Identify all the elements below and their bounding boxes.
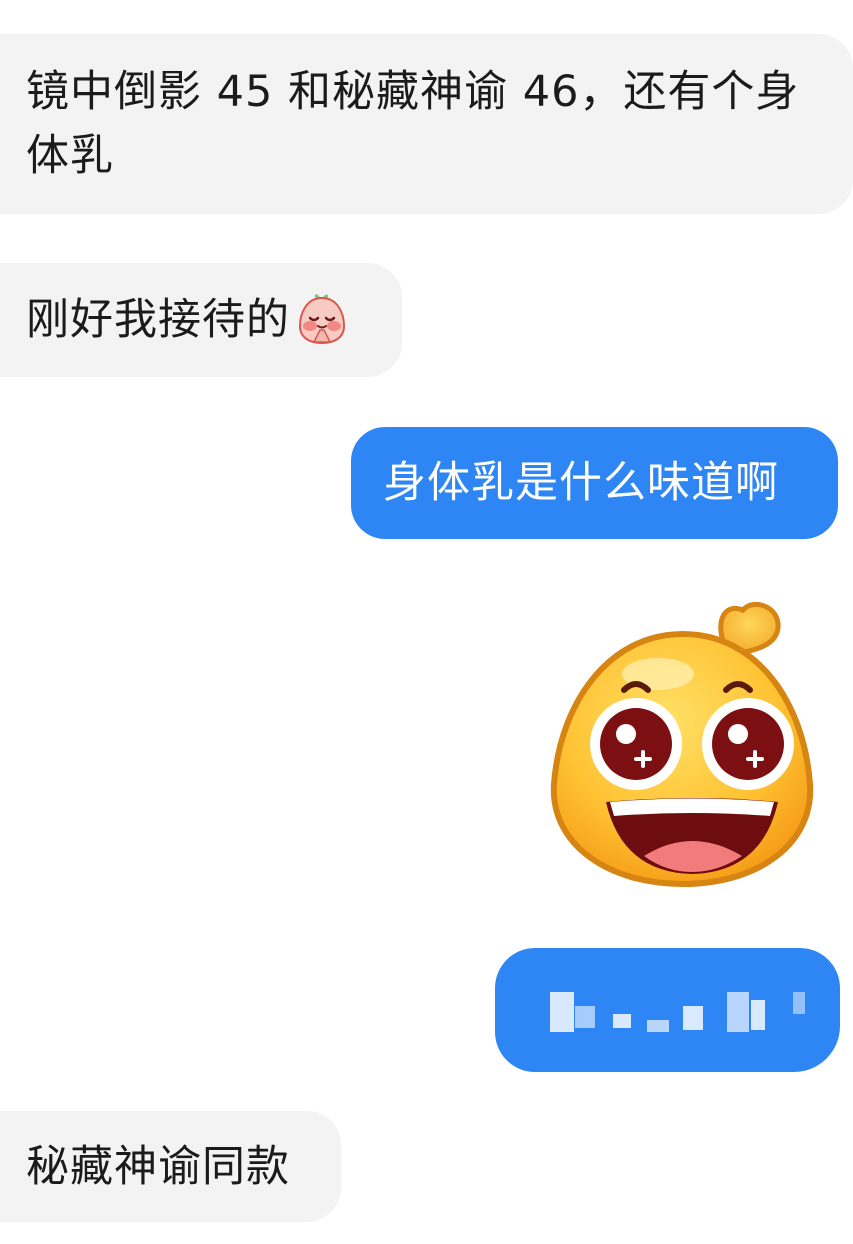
redaction-pixel bbox=[575, 1006, 595, 1028]
message-text: 秘藏神谕同款 bbox=[26, 1142, 290, 1192]
redaction-pixel bbox=[647, 1020, 669, 1032]
outgoing-message-bubble[interactable]: 身体乳是什么味道啊 bbox=[351, 427, 838, 539]
redaction-pixel bbox=[613, 1014, 631, 1028]
redaction-pixel bbox=[727, 992, 749, 1032]
message-text: 镜中倒影 45 和秘藏神谕 46，还有个身体乳 bbox=[26, 67, 800, 181]
redaction-pixel bbox=[683, 1006, 703, 1030]
message-text: 身体乳是什么味道啊 bbox=[383, 458, 779, 508]
redacted-outgoing-message-bubble[interactable] bbox=[495, 948, 840, 1072]
message-text: 刚好我接待的 bbox=[26, 295, 290, 345]
redaction-pixel bbox=[793, 992, 805, 1014]
incoming-message-bubble[interactable]: 秘藏神谕同款 bbox=[0, 1111, 341, 1222]
redaction-pixel bbox=[751, 1000, 765, 1030]
redaction-pixel bbox=[550, 992, 574, 1032]
excited-starry-eyed-bun-sticker[interactable] bbox=[548, 594, 818, 894]
chat-thread: 镜中倒影 45 和秘藏神谕 46，还有个身体乳 刚好我接待的 身体乳是什么味道啊 bbox=[0, 0, 853, 1244]
blushing-praying-emoji-icon bbox=[294, 290, 350, 346]
incoming-message-bubble[interactable]: 镜中倒影 45 和秘藏神谕 46，还有个身体乳 bbox=[0, 34, 853, 214]
incoming-message-bubble[interactable]: 刚好我接待的 bbox=[0, 263, 402, 377]
